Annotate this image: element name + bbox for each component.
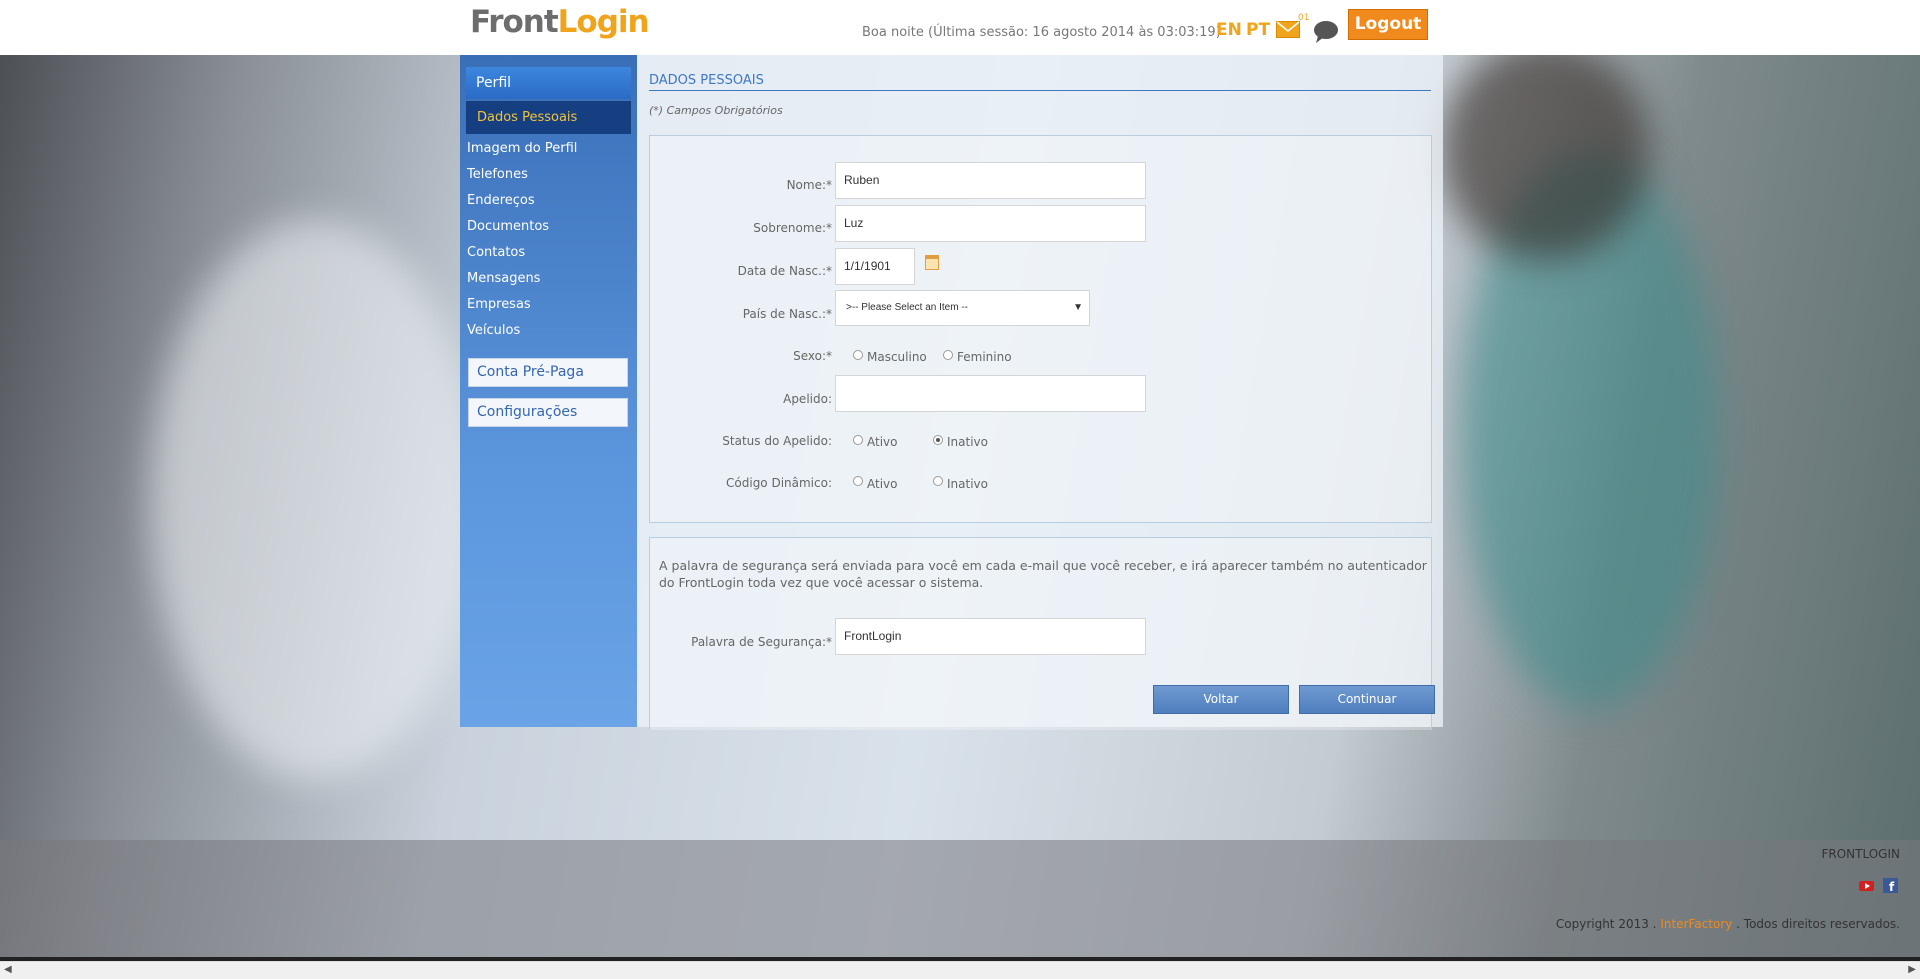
nome-label: Nome:* xyxy=(786,178,832,192)
status-inativo-radio[interactable] xyxy=(933,435,943,445)
sidebar-item-mensagens[interactable]: Mensagens xyxy=(467,271,540,286)
facebook-icon[interactable]: f xyxy=(1883,878,1898,893)
status-ativo-radio[interactable] xyxy=(853,435,863,445)
sobrenome-input[interactable]: Luz xyxy=(835,205,1146,242)
codigo-inativo-radio[interactable] xyxy=(933,476,943,486)
frontlogin-logo[interactable]: FrontLogin xyxy=(470,4,650,40)
copyright-text: Copyright 2013 . InterFactory . Todos di… xyxy=(1556,917,1900,931)
codigo-inativo-label: Inativo xyxy=(947,477,988,491)
lang-en-link[interactable]: EN xyxy=(1216,20,1242,40)
mail-count-badge: 01 xyxy=(1298,13,1310,23)
nome-input[interactable]: Ruben xyxy=(835,162,1146,199)
sidebar-item-enderecos[interactable]: Endereços xyxy=(467,193,535,208)
security-info-text: A palavra de segurança será enviada para… xyxy=(659,558,1427,590)
apelido-label: Apelido: xyxy=(783,392,832,406)
data-nasc-label: Data de Nasc.:* xyxy=(737,264,832,278)
sidebar-heading: Perfil xyxy=(466,67,631,99)
codigo-ativo-radio[interactable] xyxy=(853,476,863,486)
pais-nasc-label: País de Nasc.:* xyxy=(742,307,832,321)
sidebar-item-contatos[interactable]: Contatos xyxy=(467,245,525,260)
dropdown-arrow-icon: ▼ xyxy=(1073,302,1083,313)
footer xyxy=(0,840,1920,957)
footer-brand: FRONTLOGIN xyxy=(1821,847,1900,861)
security-word-label: Palavra de Segurança:* xyxy=(691,635,832,649)
sidebar-item-dados-pessoais[interactable]: Dados Pessoais xyxy=(466,101,631,134)
logo-text-login: Login xyxy=(557,4,650,40)
sexo-feminino-radio[interactable] xyxy=(943,350,953,360)
horizontal-scrollbar[interactable]: ◀ ▶ xyxy=(0,961,1920,979)
lang-pt-link[interactable]: PT xyxy=(1246,20,1270,40)
background-figure-left xyxy=(150,220,480,780)
sidebar-item-empresas[interactable]: Empresas xyxy=(467,297,531,312)
prepaid-account-button[interactable]: Conta Pré-Paga xyxy=(468,358,628,387)
sidebar-item-telefones[interactable]: Telefones xyxy=(467,167,528,182)
sidebar-item-veiculos[interactable]: Veículos xyxy=(467,323,520,338)
sidebar-item-imagem-perfil[interactable]: Imagem do Perfil xyxy=(467,141,577,156)
apelido-input[interactable] xyxy=(835,375,1146,412)
sidebar-item-documentos[interactable]: Documentos xyxy=(467,219,549,234)
security-word-input[interactable]: FrontLogin xyxy=(835,618,1146,655)
logout-button[interactable]: Logout xyxy=(1348,9,1428,40)
copyright-prefix: Copyright 2013 . xyxy=(1555,917,1657,931)
header: FrontLogin Boa noite (Última sessão: 16 … xyxy=(460,0,1443,55)
sidebar: Perfil Dados Pessoais Imagem do Perfil T… xyxy=(460,55,637,727)
background-hair xyxy=(1440,40,1650,260)
youtube-icon[interactable] xyxy=(1859,878,1874,893)
copyright-suffix: . Todos direitos reservados. xyxy=(1736,917,1900,931)
sexo-masculino-label: Masculino xyxy=(867,350,927,364)
logo-text-front: Front xyxy=(470,4,559,40)
svg-text:f: f xyxy=(1889,880,1895,893)
scroll-left-icon[interactable]: ◀ xyxy=(4,964,12,975)
data-nasc-input[interactable]: 1/1/1901 xyxy=(835,248,915,285)
sexo-label: Sexo:* xyxy=(793,349,832,363)
status-inativo-label: Inativo xyxy=(947,435,988,449)
pais-nasc-selected: >-- Please Select an Item -- xyxy=(846,302,968,313)
required-fields-note: (*) Campos Obrigatórios xyxy=(649,104,783,117)
section-title: DADOS PESSOAIS xyxy=(649,73,1431,91)
interfactory-link[interactable]: InterFactory xyxy=(1660,917,1732,931)
back-button[interactable]: Voltar xyxy=(1153,685,1289,714)
sexo-feminino-label: Feminino xyxy=(957,350,1012,364)
sexo-masculino-radio[interactable] xyxy=(853,350,863,360)
mail-icon[interactable] xyxy=(1276,21,1300,38)
status-ativo-label: Ativo xyxy=(867,435,898,449)
codigo-dinamico-label: Código Dinâmico: xyxy=(726,476,832,490)
content-area: Perfil Dados Pessoais Imagem do Perfil T… xyxy=(460,55,1443,730)
status-apelido-label: Status do Apelido: xyxy=(722,434,832,448)
continue-button[interactable]: Continuar xyxy=(1299,685,1435,714)
codigo-ativo-label: Ativo xyxy=(867,477,898,491)
sobrenome-label: Sobrenome:* xyxy=(753,221,832,235)
chat-icon[interactable] xyxy=(1313,20,1339,44)
scroll-right-icon[interactable]: ▶ xyxy=(1908,964,1916,975)
calendar-icon[interactable] xyxy=(925,255,939,270)
settings-button[interactable]: Configurações xyxy=(468,398,628,427)
pais-nasc-select[interactable]: >-- Please Select an Item -- ▼ xyxy=(835,290,1090,326)
greeting-text: Boa noite (Última sessão: 16 agosto 2014… xyxy=(862,25,1221,40)
